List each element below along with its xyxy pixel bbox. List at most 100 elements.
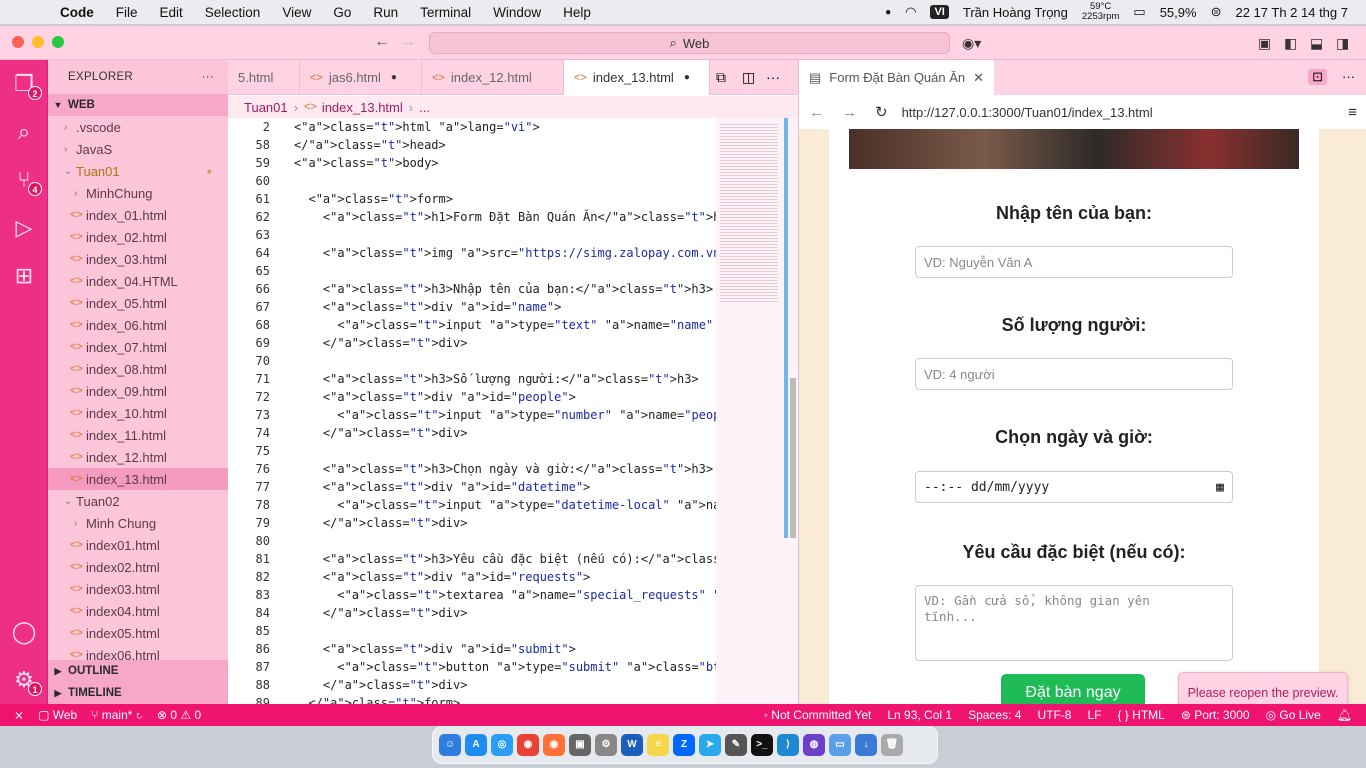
tree-file[interactable]: <> index_11.html [48, 424, 228, 446]
tree-file[interactable]: <> index_10.html [48, 402, 228, 424]
tree-folder[interactable]: › JavaS [48, 138, 228, 160]
telegram-icon[interactable]: ➤ [699, 734, 721, 756]
port-status[interactable]: ⊛ Port: 3000 [1181, 708, 1250, 722]
wifi-icon[interactable]: ◠ [905, 4, 916, 20]
tree-file[interactable]: <> index_07.html [48, 336, 228, 358]
open-preview-icon[interactable]: ⧉ [716, 69, 726, 86]
minimize-window-button[interactable] [32, 36, 44, 48]
tree-folder[interactable]: ⌄ Tuan02 [48, 490, 228, 512]
temp-widget[interactable]: 59°C 2253rpm [1082, 2, 1120, 22]
code-line[interactable]: 80 [228, 532, 716, 550]
safari-icon[interactable]: ◎ [491, 734, 513, 756]
tab-5-html[interactable]: 5.html [228, 60, 300, 95]
run-debug-icon[interactable]: ▷ [10, 214, 38, 242]
minimap[interactable] [716, 118, 798, 704]
code-line[interactable]: 2 <"a">class="t">html "a">lang="vi"> [228, 118, 716, 136]
terminal-icon[interactable]: >_ [751, 734, 773, 756]
tree-file[interactable]: <> index_05.html [48, 292, 228, 314]
breadcrumb-folder[interactable]: Tuan01 [244, 100, 288, 115]
code-line[interactable]: 75 [228, 442, 716, 460]
problems-status[interactable]: ⊗ 0 ⚠ 0 [157, 708, 201, 722]
remote-icon[interactable]: ⨯ [14, 708, 24, 722]
tab-index-12[interactable]: <> index_12.html [422, 60, 564, 95]
word-icon[interactable]: W [621, 734, 643, 756]
menu-terminal[interactable]: Terminal [420, 5, 471, 20]
language-mode[interactable]: { } HTML [1117, 708, 1164, 722]
eol[interactable]: LF [1087, 708, 1101, 722]
tree-file[interactable]: <> index_06.html [48, 314, 228, 336]
toggle-panel-icon[interactable]: ⬓ [1310, 35, 1323, 52]
search-view-icon[interactable]: ⌕ [10, 118, 38, 146]
tree-file[interactable]: <> index_12.html [48, 446, 228, 468]
github-icon[interactable]: ◍ [803, 734, 825, 756]
code-line[interactable]: 89 </"a">class="t">form> [228, 694, 716, 704]
copilot-icon[interactable]: ◉▾ [962, 35, 981, 52]
preview-tab[interactable]: ▤ Form Đặt Bàn Quán Ăn ✕ [799, 60, 995, 95]
breadcrumb-file[interactable]: index_13.html [322, 100, 403, 115]
tree-folder[interactable]: › MinhChung [48, 182, 228, 204]
extensions-icon[interactable]: ⊞ [10, 262, 38, 290]
record-dot-icon[interactable]: ● [885, 7, 891, 18]
code-line[interactable]: 73 <"a">class="t">input "a">type="number… [228, 406, 716, 424]
input-source[interactable]: VI [930, 5, 949, 19]
code-line[interactable]: 78 <"a">class="t">input "a">type="dateti… [228, 496, 716, 514]
menu-window[interactable]: Window [493, 5, 541, 20]
submit-button[interactable]: Đặt bàn ngay [1001, 674, 1145, 704]
tab-jas6-html[interactable]: <> jas6.html ● [300, 60, 422, 95]
screenshot-icon[interactable]: ▣ [569, 734, 591, 756]
finder-icon[interactable]: ☺ [439, 734, 461, 756]
requests-textarea[interactable]: VD: Gần cửa sổ, không gian yên tĩnh... [915, 585, 1233, 661]
tree-folder[interactable]: ⌄ Tuan01 ● [48, 160, 228, 182]
tree-file[interactable]: <> index_04.HTML [48, 270, 228, 292]
menu-icon[interactable]: ≡ [1348, 104, 1357, 121]
menu-view[interactable]: View [282, 5, 311, 20]
firefox-icon[interactable]: ◉ [543, 734, 565, 756]
tab-index-13[interactable]: <> index_13.html ● [564, 60, 710, 95]
tree-file[interactable]: <> index_09.html [48, 380, 228, 402]
code-line[interactable]: 63 [228, 226, 716, 244]
menu-go[interactable]: Go [333, 5, 351, 20]
tree-file[interactable]: <> index04.html [48, 600, 228, 622]
branch-status[interactable]: ⑂ main* ↻ [91, 708, 143, 722]
minimap-slider[interactable] [784, 118, 788, 538]
back-arrow-icon[interactable]: ← [374, 33, 390, 51]
code-line[interactable]: 81 <"a">class="t">h3>Yêu cầu đặc biệt (n… [228, 550, 716, 568]
lock-icon[interactable]: ⊡ [1308, 69, 1327, 85]
reload-icon[interactable]: ↻ [875, 103, 888, 121]
battery-icon[interactable]: ▭ [1133, 4, 1145, 20]
menu-edit[interactable]: Edit [160, 5, 183, 20]
editor-more-icon[interactable]: ··· [766, 69, 780, 85]
close-window-button[interactable] [12, 36, 24, 48]
menu-selection[interactable]: Selection [205, 5, 261, 20]
more-actions-icon[interactable]: ··· [202, 71, 214, 83]
code-line[interactable]: 72 <"a">class="t">div "a">id="people"> [228, 388, 716, 406]
timeline-section[interactable]: ▶ TIMELINE [48, 682, 228, 704]
code-line[interactable]: 77 <"a">class="t">div "a">id="datetime"> [228, 478, 716, 496]
workspace-status[interactable]: ▢ Web [38, 708, 77, 722]
clock[interactable]: 22 17 Th 2 14 thg 7 [1235, 5, 1348, 20]
code-editor[interactable]: 2 <"a">class="t">html "a">lang="vi"> 58 </"… [228, 118, 716, 704]
code-line[interactable]: 74 </"a">class="t">div> [228, 424, 716, 442]
code-line[interactable]: 79 </"a">class="t">div> [228, 514, 716, 532]
code-line[interactable]: 76 <"a">class="t">h3>Chọn ngày và giờ:</… [228, 460, 716, 478]
settings-gear-icon[interactable]: ⚙ 1 [10, 666, 42, 696]
tree-file[interactable]: <> index_08.html [48, 358, 228, 380]
tree-file[interactable]: <> index_13.html [48, 468, 228, 490]
split-editor-icon[interactable]: ◫ [742, 69, 755, 86]
menu-run[interactable]: Run [373, 5, 398, 20]
breadcrumb-more[interactable]: ... [419, 100, 430, 115]
downloads-icon[interactable]: ↓ [855, 734, 877, 756]
close-icon[interactable]: ✕ [973, 70, 984, 86]
toggle-sidebar-icon[interactable]: ◧ [1284, 35, 1297, 52]
name-input[interactable]: VD: Nguyễn Văn A [915, 246, 1233, 278]
account-icon[interactable]: ◯ [10, 618, 38, 646]
forward-arrow-icon[interactable]: → [400, 33, 416, 51]
code-line[interactable]: 66 <"a">class="t">h3>Nhập tên của bạn:</… [228, 280, 716, 298]
source-control-icon[interactable]: ⑂ 4 [10, 166, 42, 196]
code-line[interactable]: 70 [228, 352, 716, 370]
code-line[interactable]: 68 <"a">class="t">input "a">type="text" … [228, 316, 716, 334]
user-name[interactable]: Trần Hoàng Trọng [963, 5, 1068, 20]
url-input[interactable]: http://127.0.0.1:3000/Tuan01/index_13.ht… [902, 105, 1153, 120]
cursor-position[interactable]: Ln 93, Col 1 [887, 708, 952, 722]
datetime-input[interactable]: --:-- dd/mm/yyyy ▦ [915, 471, 1233, 503]
